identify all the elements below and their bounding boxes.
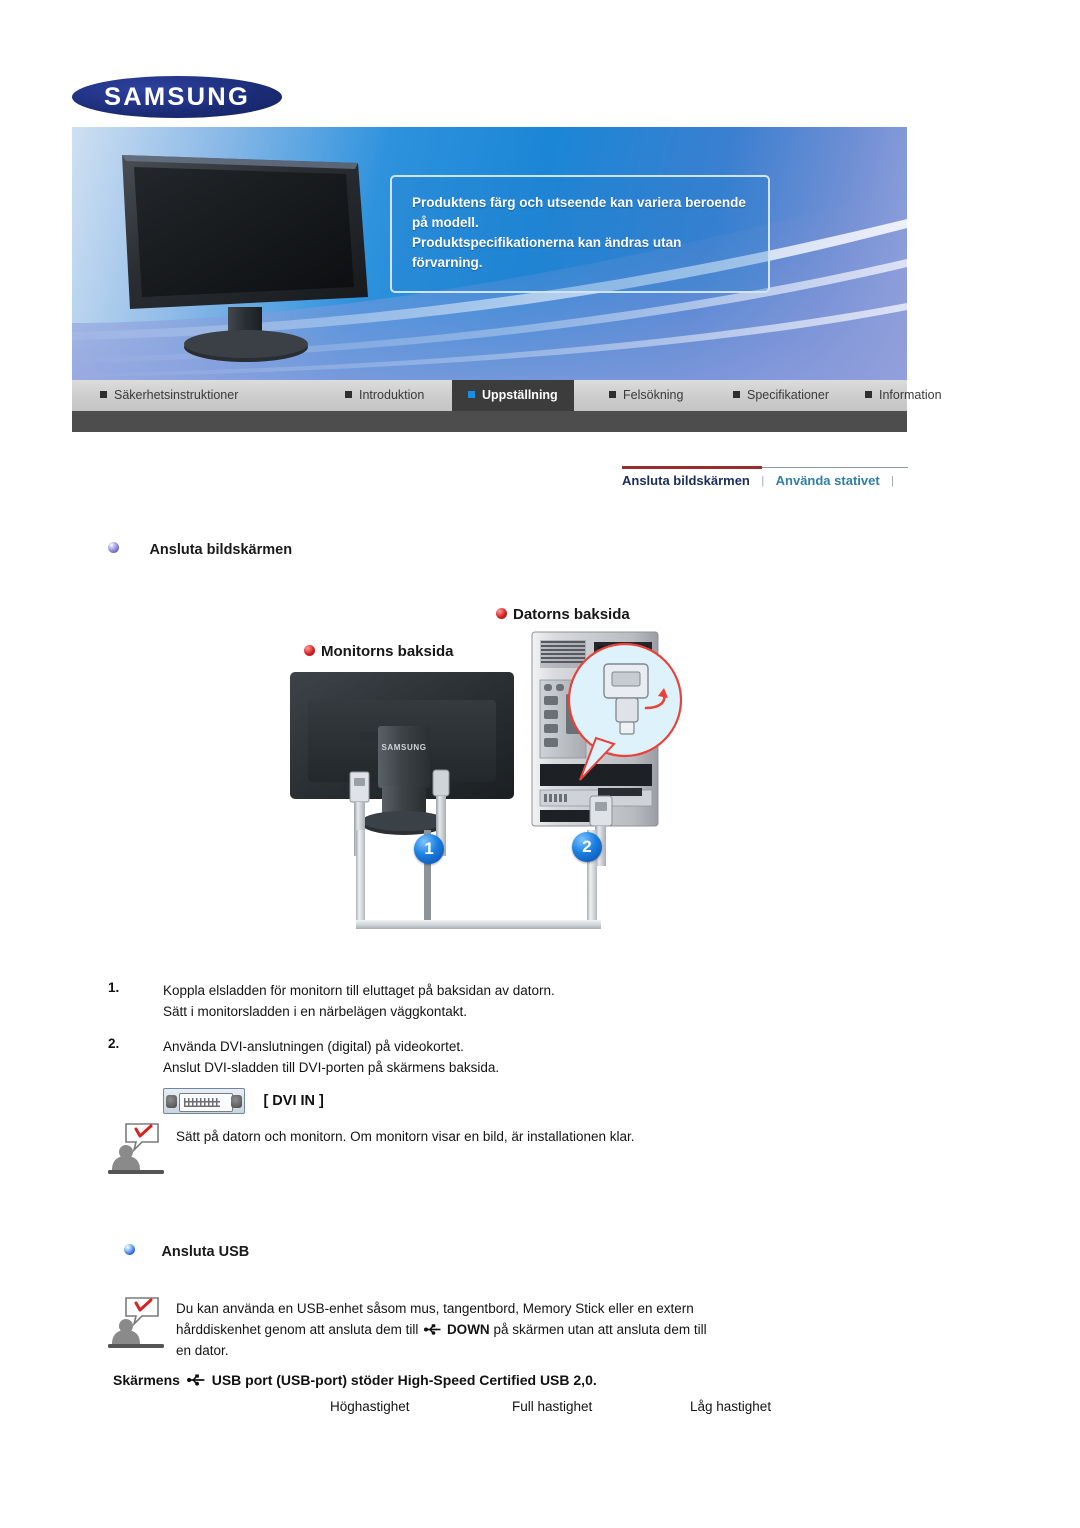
subnav-active-rule [622,466,762,469]
main-tabbar: Säkerhetsinstruktioner Introduktion Uppstä… [72,380,942,411]
dvi-screw-left-icon [166,1095,177,1108]
usb-symbol-icon [424,1324,441,1335]
subnav-items: Ansluta bildskärmen | Använda stativet | [622,472,901,490]
bullet-orb-icon [124,1244,135,1256]
tab-bullet-icon [345,391,352,399]
note-usb-line-3: en dator. [176,1343,229,1358]
step-body: Koppla elsladden för monitorn till elutt… [163,980,908,1022]
subnav-item-ansluta-bildskarmen[interactable]: Ansluta bildskärmen [622,473,750,488]
red-bullet-icon [496,607,507,619]
tab-fels-kning[interactable]: Felsökning [609,380,683,411]
dvi-pins-shape [184,1098,220,1107]
tab-information[interactable]: Information [865,380,942,411]
note-usb-line-2-prefix: hårddiskenhet genom att ansluta dem till [176,1322,419,1337]
diagram-label-monitor-back: Monitorns baksida [304,643,454,660]
tab-label: Uppställning [482,388,558,402]
note-usb-line-1: Du kan använda en USB-enhet såsom mus, t… [176,1301,694,1316]
instruction-step: 1. Koppla elsladden för monitorn till elu… [108,980,908,1022]
usb-speed-row: Höghastighet Full hastighet Låg hastighet [330,1399,890,1423]
step-number: 1. [108,980,120,995]
tab-bullet-icon [609,391,616,399]
step-number: 2. [108,1036,120,1051]
connection-diagram: Monitorns baksida Datorns baksida SAMSUN… [290,598,710,970]
note-usb-down-label: DOWN [446,1322,490,1337]
hero-disclaimer-box: Produktens färg och utseende kan variera… [390,175,770,293]
tab-introduktion[interactable]: Introduktion [345,380,424,411]
hero-note-line-2: på modell. [412,215,479,230]
section-heading-connect-usb: Ansluta USB [124,1243,249,1261]
subnav-separator-1: | [761,475,765,487]
tab-label: Säkerhetsinstruktioner [114,388,239,402]
step-line-1: Använda DVI-anslutningen (digital) på vi… [163,1039,464,1054]
usb-symbol-icon [186,1374,205,1386]
tab-label: Felsökning [623,388,684,402]
subnav-inactive-rule [762,467,908,468]
tab-bullet-icon [468,391,475,399]
tab-label: Information [879,388,942,402]
note-power-on: Sätt på datorn och monitorn. Om monitorn… [108,1122,868,1174]
note-usb-line-2-suffix: på skärmen utan att ansluta dem till [493,1322,707,1337]
usb-support-suffix: USB port (USB-port) stöder High-Speed Ce… [211,1372,597,1388]
diagram-label-computer-text: Datorns baksida [513,606,630,623]
dvi-connector-icon [163,1088,245,1114]
subnav: Ansluta bildskärmen | Använda stativet | [622,466,908,498]
subnav-separator-2: | [891,475,894,487]
usb-support-prefix: Skärmens [113,1372,180,1388]
red-bullet-icon [304,644,315,656]
usb-speed-label: Full hastighet [512,1399,593,1414]
tab-specifikationer[interactable]: Specifikationer [733,380,829,411]
diagram-label-monitor-text: Monitorns baksida [321,643,454,660]
bullet-orb-icon [108,542,119,554]
tab-bullet-icon [733,391,740,399]
tab-s-kerhetsinstruktioner[interactable]: Säkerhetsinstruktioner [100,380,238,411]
note-usb-text: Du kan använda en USB-enhet såsom mus, t… [176,1296,888,1361]
step-line-1: Koppla elsladden för monitorn till elutt… [163,983,555,998]
step-badge-1: 1 [414,834,444,864]
instruction-step: 2. Använda DVI-anslutningen (digital) på … [108,1036,908,1078]
note-person-icon [108,1297,164,1348]
tab-bullet-icon [100,391,107,399]
usb-speed-label: Låg hastighet [690,1399,772,1414]
hero-note-line-1: Produktens färg och utseende kan variera… [412,195,746,210]
section-title-text: Ansluta USB [161,1244,250,1260]
step-badge-2: 2 [572,832,602,862]
dvi-shell-shape [179,1093,233,1112]
tab-bullet-icon [865,391,872,399]
samsung-logo: SAMSUNG [72,76,282,118]
note-usb: Du kan använda en USB-enhet såsom mus, t… [108,1296,888,1361]
hero-note-line-3: Produktspecifikationerna kan ändras utan… [412,235,682,270]
dvi-in-row: [ DVI IN ] [163,1088,324,1118]
tab-label: Introduktion [359,388,425,402]
subnav-item-anvanda-stativet[interactable]: Använda stativet [776,473,880,488]
dvi-in-label: [ DVI IN ] [263,1093,324,1109]
section-title-text: Ansluta bildskärmen [149,542,293,558]
step-body: Använda DVI-anslutningen (digital) på vi… [163,1036,908,1078]
cable-routing-illustration [356,830,601,929]
logo-wordmark: SAMSUNG [103,83,251,111]
note-power-on-text: Sätt på datorn och monitorn. Om monitorn… [176,1129,635,1144]
step-line-2: Sätt i monitorsladden i en närbelägen vä… [163,1004,467,1019]
step-line-2: Anslut DVI-sladden till DVI-porten på sk… [163,1060,500,1075]
note-person-icon [108,1123,164,1174]
diagram-label-computer-back: Datorns baksida [496,606,630,623]
hero-monitor-image [122,155,368,362]
dvi-screw-right-icon [231,1095,242,1108]
note-usb-line-2: hårddiskenhet genom att ansluta dem till… [176,1319,888,1340]
tab-label: Specifikationer [747,388,829,402]
svg-text:SAMSUNG: SAMSUNG [381,743,426,752]
tab-uppst-llning[interactable]: Uppställning [452,380,574,411]
section-heading-connect-display: Ansluta bildskärmen [108,541,292,559]
hero-banner: Produktens färg och utseende kan variera… [72,127,907,380]
instruction-steps: 1. Koppla elsladden för monitorn till elu… [108,980,908,1092]
usb-speed-label: Höghastighet [330,1399,410,1414]
usb-support-line: Skärmens USB port (USB-port) stöder High… [113,1372,597,1388]
tabbar-underline-strip [72,411,907,432]
